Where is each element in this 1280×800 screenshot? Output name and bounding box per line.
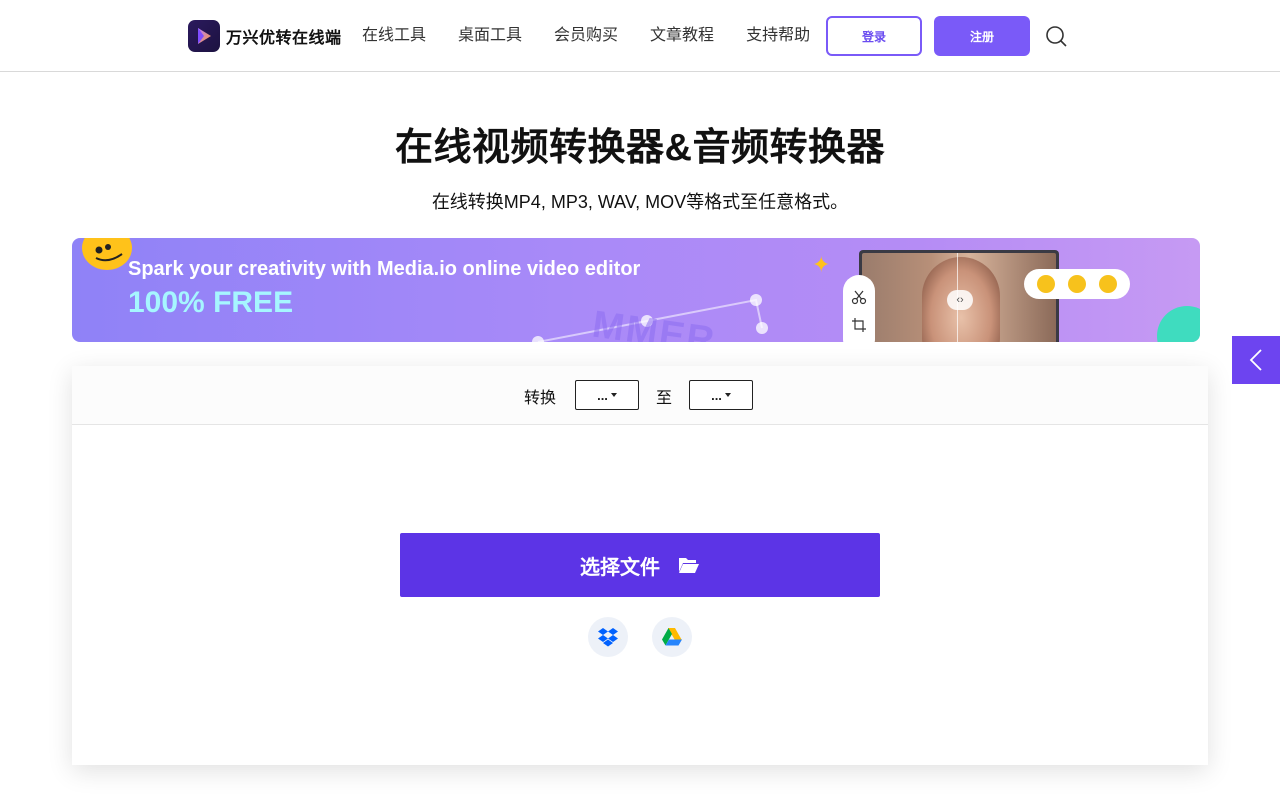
page-subtitle: 在线转换MP4, MP3, WAV, MOV等格式至任意格式。 [431, 192, 849, 212]
source-format-select[interactable]: ... [575, 380, 639, 410]
banner-headline: Spark your creativity with Media.io onli… [128, 258, 641, 280]
sparkle-icon: ✦ [812, 252, 831, 277]
logo-text: 万兴优转在线端 [226, 30, 342, 47]
google-drive-button[interactable] [652, 617, 692, 657]
smile-emoji-icon [1036, 275, 1055, 293]
nav-item-support[interactable]: 支持帮助 [746, 24, 810, 48]
emoji-reactions [1024, 269, 1130, 299]
register-button[interactable]: 注册 [934, 16, 1030, 56]
folder-open-icon [679, 558, 699, 573]
chevron-left-icon [1249, 349, 1262, 371]
site-header: 万兴优转在线端 在线工具 桌面工具 会员购买 文章教程 支持帮助 登录 注册 [0, 0, 1280, 72]
to-label: 至 [656, 390, 673, 407]
convert-label: 转换 [524, 390, 557, 407]
nav-item-online-tools[interactable]: 在线工具 [362, 24, 426, 48]
nav-item-desktop-tools[interactable]: 桌面工具 [458, 24, 522, 48]
format-bar: 转换 ... 至 ... [72, 366, 1208, 425]
caret-down-icon [610, 393, 617, 397]
smiley-sticker-icon [82, 238, 132, 270]
nav-item-tutorials[interactable]: 文章教程 [650, 24, 714, 48]
scissors-icon [851, 290, 867, 305]
dropbox-icon [598, 628, 618, 647]
google-drive-icon [662, 628, 682, 646]
side-panel-toggle[interactable] [1232, 336, 1280, 384]
crop-icon [852, 318, 866, 332]
converter-panel: 转换 ... 至 ... 选择文件 [72, 366, 1208, 765]
wink-emoji-icon [1099, 275, 1118, 293]
search-icon[interactable] [1044, 24, 1068, 48]
target-format-value: ... [711, 387, 722, 403]
decorative-circle [1157, 306, 1200, 342]
caret-down-icon [724, 393, 731, 397]
page-title: 在线视频转换器&音频转换器 [395, 127, 885, 169]
choose-file-label: 选择文件 [580, 556, 660, 579]
edit-toolbar [843, 275, 875, 342]
target-format-select[interactable]: ... [689, 380, 753, 410]
main-nav: 在线工具 桌面工具 会员购买 文章教程 支持帮助 [362, 24, 842, 48]
source-format-value: ... [597, 387, 608, 403]
dropbox-button[interactable] [588, 617, 628, 657]
nav-item-membership[interactable]: 会员购买 [554, 24, 618, 48]
compare-slider-handle: ‹› [947, 290, 973, 310]
logo-link[interactable]: 万兴优转在线端 [188, 20, 342, 52]
laugh-emoji-icon [1067, 275, 1086, 293]
promo-banner[interactable]: MMER Spark your creativity with Media.io… [72, 238, 1200, 342]
banner-free-label: 100% FREE [128, 286, 294, 319]
choose-file-button[interactable]: 选择文件 [400, 533, 880, 597]
login-button[interactable]: 登录 [826, 16, 922, 56]
logo-icon [188, 20, 220, 52]
